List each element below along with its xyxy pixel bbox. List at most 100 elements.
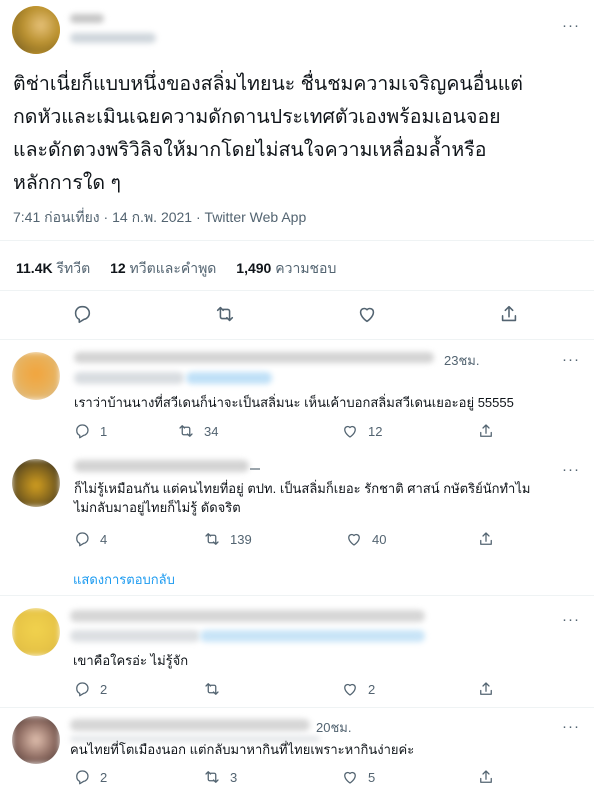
tweet-meta: 7:41 ก่อนเที่ยง · 14 ก.พ. 2021 · Twitter… xyxy=(13,207,306,229)
replying-to-handle[interactable] xyxy=(200,630,425,642)
tweet-like-button[interactable] xyxy=(356,303,378,325)
reply-retweet-button[interactable]: 3 xyxy=(203,768,237,786)
reply-author-handle[interactable] xyxy=(70,630,200,642)
retweet-count: 34 xyxy=(204,423,219,439)
reply-text-line: เราว่าบ้านนางที่สวีเดนก็น่าจะเป็นสลิ่มนะ… xyxy=(74,395,514,410)
reply-share-button[interactable] xyxy=(477,422,495,440)
like-count: 5 xyxy=(368,769,376,785)
reply-retweet-button[interactable]: 34 xyxy=(177,422,218,440)
tweet-author-name[interactable] xyxy=(70,14,104,23)
reply-share-button[interactable] xyxy=(477,530,495,548)
reply-avatar[interactable] xyxy=(12,459,60,507)
tweet-stats: 11.4K รีทวีต 12 ทวีตและคำพูด 1,490 ความช… xyxy=(16,258,336,280)
like-icon xyxy=(341,422,359,440)
reply-author-handle[interactable] xyxy=(74,372,184,384)
quotes-count: 12 xyxy=(110,260,126,276)
tweet-text-line: และดักตวงพริวิลิจให้มากโดยไม่สนใจความเหล… xyxy=(13,139,487,161)
reply-author-name[interactable] xyxy=(70,719,310,731)
replying-to-handle[interactable] xyxy=(186,372,272,384)
retweet-icon xyxy=(203,680,221,698)
reply-reply-button[interactable]: 1 xyxy=(73,422,107,439)
quotes-stat[interactable]: 12 ทวีตและคำพูด xyxy=(110,260,220,276)
tweet-text: ติช่าเนี่ยก็แบบหนึ่งของสลิ่มไทยนะ ชื่นชม… xyxy=(13,68,583,200)
retweet-count: 3 xyxy=(230,769,238,785)
tweet-date[interactable]: 14 ก.พ. 2021 xyxy=(112,209,192,225)
reply-author-name[interactable] xyxy=(74,352,434,363)
reply-more-icon[interactable]: ··· xyxy=(562,352,580,367)
tweet-text-line: หลักการใด ๆ xyxy=(13,172,121,194)
like-count: 2 xyxy=(368,681,376,697)
reply-reply-button[interactable]: 2 xyxy=(73,768,107,785)
reply-avatar[interactable] xyxy=(12,608,60,656)
reply-text-line: ก็ไม่รู้เหมือนกัน แต่คนไทยที่อยู่ ตปท. เ… xyxy=(74,481,531,496)
retweet-count: 139 xyxy=(230,531,252,547)
tweet-author-avatar[interactable] xyxy=(12,6,60,54)
share-icon xyxy=(477,422,495,440)
meta-separator: · xyxy=(195,209,201,225)
reply-author-name-suffix xyxy=(250,468,260,470)
retweet-icon xyxy=(203,768,221,786)
reply-text: คนไทยที่โตเมืองนอก แต่กลับมาหากินที่ไทยเ… xyxy=(70,740,580,759)
reply-count: 1 xyxy=(100,423,108,439)
tweet-author-handle[interactable] xyxy=(70,33,156,43)
reply-retweet-button[interactable] xyxy=(203,680,230,698)
reply-reply-button[interactable]: 2 xyxy=(73,680,107,697)
reply-like-button[interactable]: 12 xyxy=(341,422,382,440)
reply-like-button[interactable]: 5 xyxy=(341,768,375,786)
reply-time[interactable]: 23ชม. xyxy=(444,350,479,371)
reply-text-line: เขาคือใครอ่ะ ไม่รู้จัก xyxy=(73,653,189,668)
share-icon xyxy=(477,530,495,548)
reply-more-icon[interactable]: ··· xyxy=(562,719,580,734)
quotes-label: ทวีตและคำพูด xyxy=(129,260,217,276)
reply-action-bar: 4 139 40 xyxy=(73,530,492,548)
reply-avatar[interactable] xyxy=(12,352,60,400)
meta-separator: · xyxy=(103,209,109,225)
tweet-retweet-button[interactable] xyxy=(214,303,236,325)
tweet-text-line: กดหัวและเมินเฉยความดักดานประเทศตัวเองพร้… xyxy=(13,106,501,128)
reply-text: เราว่าบ้านนางที่สวีเดนก็น่าจะเป็นสลิ่มนะ… xyxy=(74,393,584,412)
reply-time[interactable]: 20ชม. xyxy=(316,717,351,738)
reply-count: 2 xyxy=(100,681,108,697)
reply-icon xyxy=(73,768,91,786)
reply-author-name[interactable] xyxy=(70,610,425,622)
retweet-icon xyxy=(214,303,236,325)
show-replies-link[interactable]: แสดงการตอบกลับ xyxy=(73,569,175,590)
likes-stat[interactable]: 1,490 ความชอบ xyxy=(236,260,336,276)
reply-icon xyxy=(73,530,91,548)
like-count: 40 xyxy=(372,531,387,547)
retweets-count: 11.4K xyxy=(16,260,53,276)
reply-text-line: ไม่กลับมาอยู่ไทยก็ไม่รู้ ดัดจริต xyxy=(74,500,241,515)
tweet-more-icon[interactable]: ··· xyxy=(562,18,580,33)
divider xyxy=(0,290,594,291)
tweet-reply-button[interactable] xyxy=(71,303,93,325)
reply-retweet-button[interactable]: 139 xyxy=(203,530,252,548)
reply-reply-button[interactable]: 4 xyxy=(73,530,107,547)
retweets-stat[interactable]: 11.4K รีทวีต xyxy=(16,260,94,276)
share-icon xyxy=(498,303,520,325)
reply-share-button[interactable] xyxy=(477,768,495,786)
reply-text: ก็ไม่รู้เหมือนกัน แต่คนไทยที่อยู่ ตปท. เ… xyxy=(74,479,584,517)
share-icon xyxy=(477,768,495,786)
reply-more-icon[interactable]: ··· xyxy=(562,462,580,477)
reply-icon xyxy=(73,422,91,440)
reply-count: 4 xyxy=(100,531,108,547)
tweet-share-button[interactable] xyxy=(498,303,520,325)
reply-action-bar: 2 3 5 xyxy=(73,768,492,786)
reply-share-button[interactable] xyxy=(477,680,495,698)
retweet-icon xyxy=(177,422,195,440)
tweet-text-line: ติช่าเนี่ยก็แบบหนึ่งของสลิ่มไทยนะ ชื่นชม… xyxy=(13,73,523,95)
reply-like-button[interactable]: 40 xyxy=(345,530,386,548)
tweet-time[interactable]: 7:41 ก่อนเที่ยง xyxy=(13,209,100,225)
reply-author-name[interactable] xyxy=(74,460,249,472)
tweet-source[interactable]: Twitter Web App xyxy=(205,209,307,225)
retweet-icon xyxy=(203,530,221,548)
likes-label: ความชอบ xyxy=(275,260,337,276)
reply-action-bar: 2 2 xyxy=(73,680,492,698)
like-icon xyxy=(345,530,363,548)
reply-more-icon[interactable]: ··· xyxy=(562,612,580,627)
reply-icon xyxy=(73,680,91,698)
reply-like-button[interactable]: 2 xyxy=(341,680,375,698)
reply-avatar[interactable] xyxy=(12,716,60,764)
likes-count: 1,490 xyxy=(236,260,272,276)
like-icon xyxy=(356,303,378,325)
